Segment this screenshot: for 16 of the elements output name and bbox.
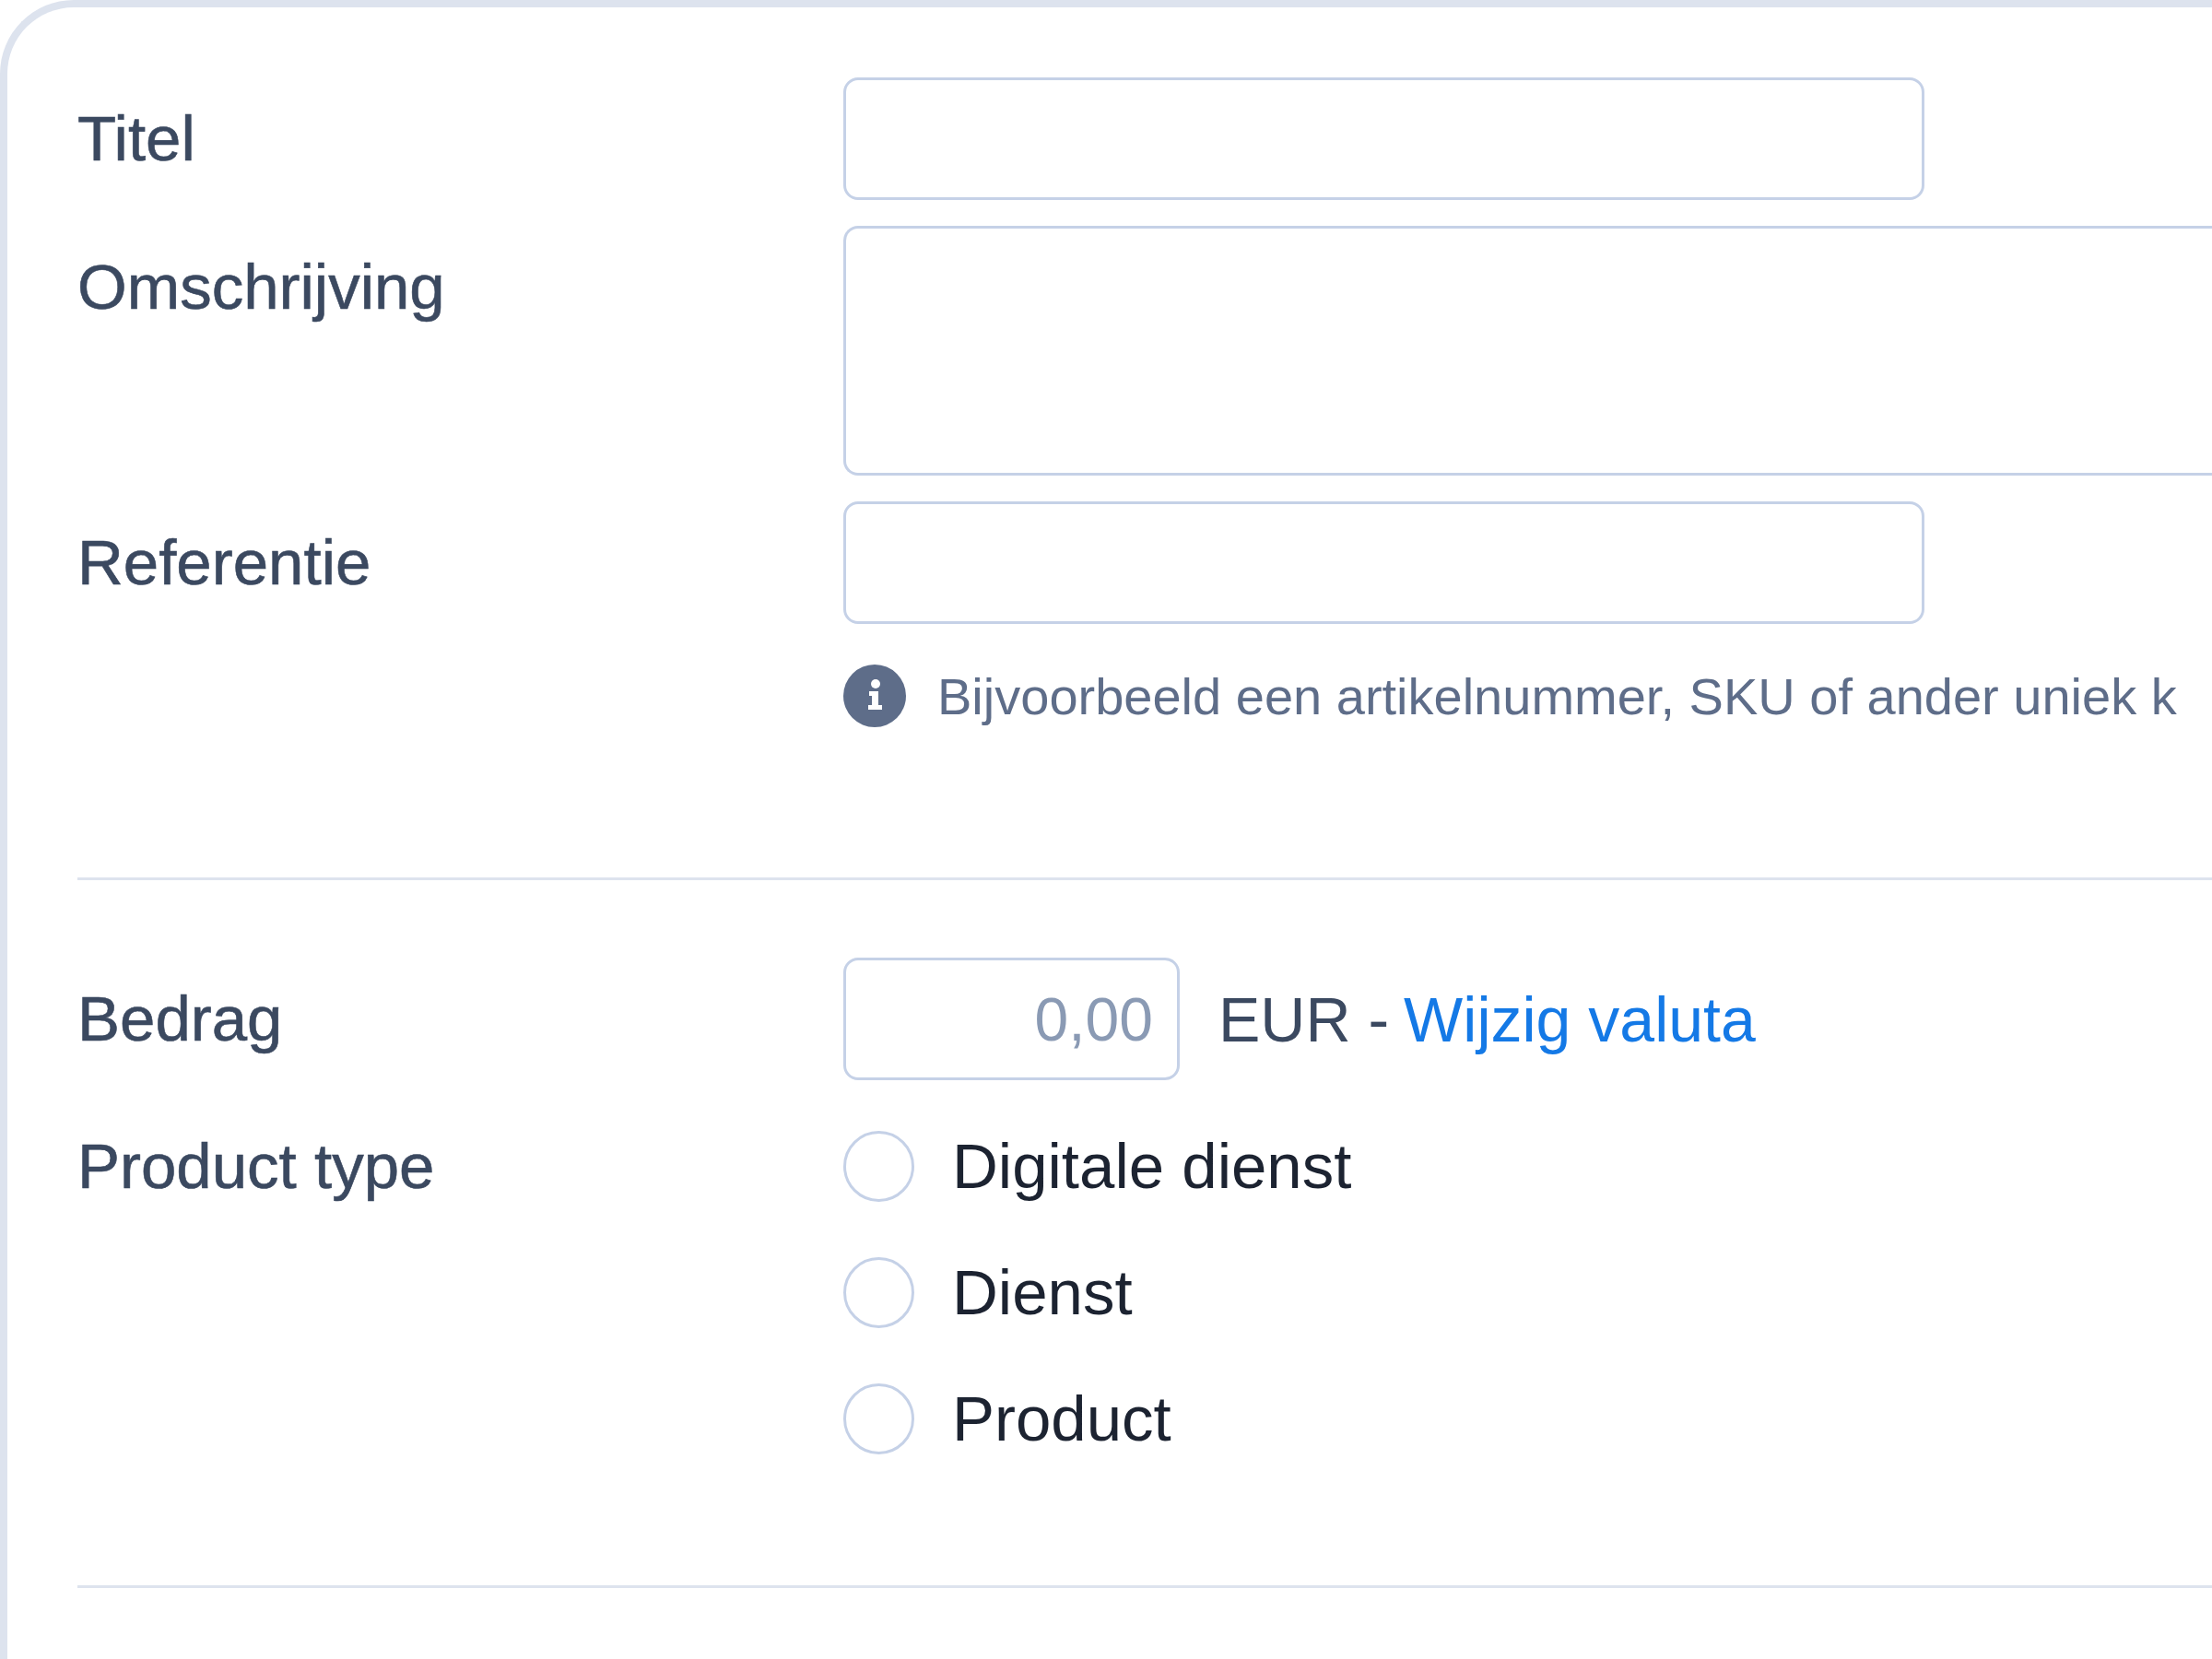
field-label: Product type	[77, 1130, 435, 1203]
radio-label: Dienst	[952, 1256, 1133, 1329]
textarea-field[interactable]	[843, 226, 2212, 476]
amount-field[interactable]: 0,00	[843, 958, 1180, 1080]
field-label: Titel	[77, 102, 195, 175]
info-icon	[843, 665, 906, 727]
field-label: Omschrijving	[77, 251, 445, 324]
currency-text: EUR -	[1218, 982, 1390, 1055]
input-field[interactable]	[843, 77, 1924, 200]
radio-label: Digitale dienst	[952, 1130, 1352, 1203]
change-currency-link[interactable]: Wijzig valuta	[1404, 982, 1756, 1055]
field-label: Bedrag	[77, 982, 283, 1055]
radio-label: Product	[952, 1382, 1171, 1455]
field-label: Referentie	[77, 526, 371, 599]
hint-text: Bijvoorbeeld een artikelnummer, SKU of ander uniek k	[937, 665, 2177, 726]
input-field[interactable]	[843, 501, 1924, 624]
